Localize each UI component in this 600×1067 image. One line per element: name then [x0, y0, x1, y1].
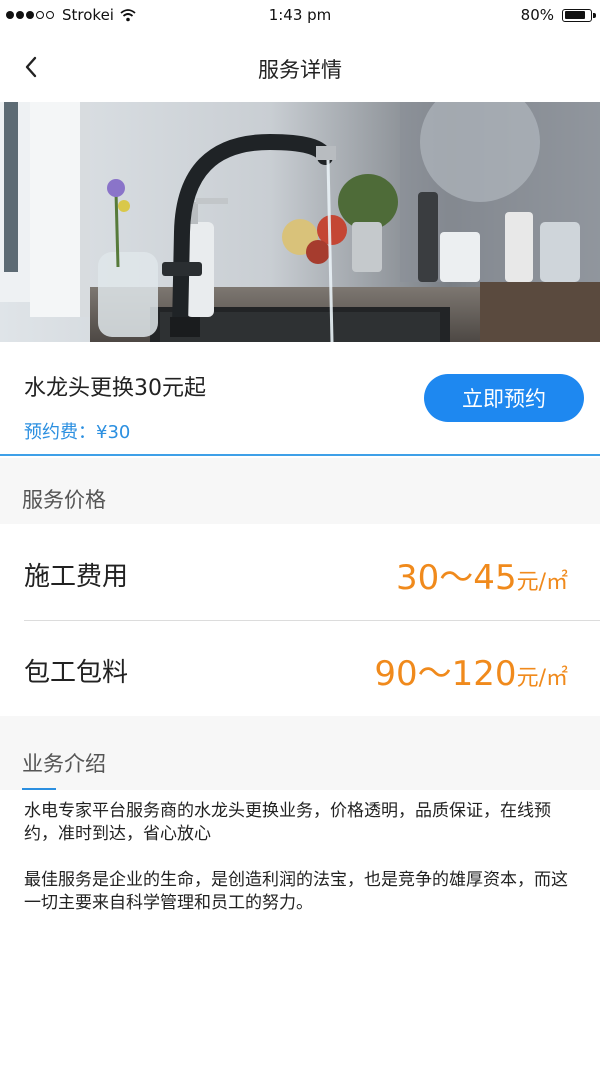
kitchen-faucet-photo	[0, 102, 600, 342]
price-row: 包工包料 90～120元/㎡	[0, 620, 600, 716]
pricing-section-header: 服务价格	[0, 458, 600, 524]
intro-paragraph: 水电专家平台服务商的水龙头更换业务，价格透明，品质保证，在线预约，准时到达，省心…	[24, 801, 551, 844]
status-bar: Strokei 1:43 pm 80%	[0, 0, 600, 32]
price-row-label: 包工包料	[24, 658, 129, 688]
page-bottom-space	[0, 932, 600, 1067]
intro-section-header: 业务介绍	[0, 716, 600, 790]
intro-paragraph: 最佳服务是企业的生命，是创造利润的法宝，也是竞争的雄厚资本，而这一切主要来自科学…	[24, 870, 568, 913]
battery-percent: 80%	[520, 6, 554, 24]
status-time: 1:43 pm	[268, 6, 332, 24]
price-row-value: 30～45元/㎡	[396, 550, 568, 599]
pricing-section-title: 服务价格	[22, 488, 106, 512]
status-right: 80%	[520, 6, 596, 24]
battery-icon	[562, 8, 596, 22]
price-unit: 元/㎡	[516, 570, 568, 595]
booking-fee: 预约费：¥30	[24, 422, 131, 443]
battery-fill	[564, 11, 585, 19]
service-header: 水龙头更换30元起 预约费：¥30 立即预约	[0, 342, 600, 456]
price-row: 施工费用 30～45元/㎡	[0, 524, 600, 620]
price-list: 施工费用 30～45元/㎡ 包工包料 90～120元/㎡	[0, 524, 600, 716]
price-range: 90～120	[374, 654, 517, 694]
nav-bar: 服务详情	[0, 32, 600, 102]
price-row-label: 施工费用	[24, 562, 129, 592]
price-range: 30～45	[396, 558, 517, 598]
book-now-button[interactable]: 立即预约	[424, 374, 584, 422]
intro-body: 水电专家平台服务商的水龙头更换业务，价格透明，品质保证，在线预约，准时到达，省心…	[0, 790, 600, 932]
intro-section-title: 业务介绍	[22, 752, 106, 776]
price-unit: 元/㎡	[516, 666, 568, 691]
service-name: 水龙头更换30元起	[24, 376, 206, 401]
price-row-value: 90～120元/㎡	[374, 646, 568, 695]
page-title: 服务详情	[258, 58, 342, 82]
